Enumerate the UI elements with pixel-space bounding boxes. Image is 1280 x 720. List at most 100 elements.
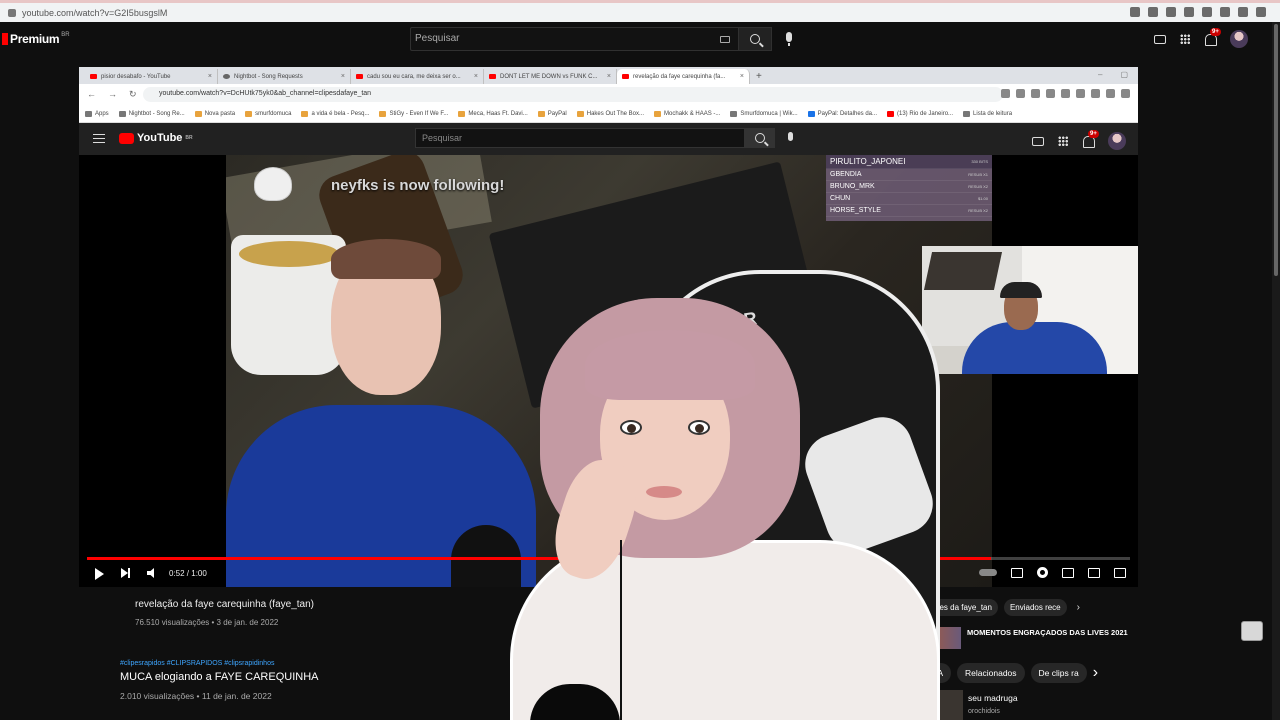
filter-chip[interactable]: Enviados rece bbox=[1003, 599, 1067, 616]
close-icon[interactable]: × bbox=[607, 73, 611, 80]
bookmark-item[interactable]: smurfdomuca bbox=[245, 111, 291, 117]
miniplayer-icon[interactable] bbox=[1062, 567, 1074, 578]
close-icon[interactable]: × bbox=[341, 73, 345, 80]
autoplay-toggle[interactable] bbox=[979, 569, 997, 576]
extension-icon[interactable] bbox=[1076, 89, 1085, 98]
leaderboard-row: CHUN $1.00 bbox=[826, 193, 992, 205]
minimize-icon[interactable]: – bbox=[1098, 70, 1102, 79]
avatar[interactable] bbox=[1108, 132, 1126, 150]
close-icon[interactable]: × bbox=[740, 73, 744, 80]
paypal-icon bbox=[807, 111, 815, 117]
close-icon[interactable]: × bbox=[474, 73, 478, 80]
subtitles-icon[interactable] bbox=[1011, 567, 1023, 578]
recommended-channel[interactable]: orochidois bbox=[968, 708, 1018, 715]
recommended-title[interactable]: MOMENTOS ENGRAÇADOS DAS LIVES 2021 bbox=[967, 627, 1128, 649]
maximize-icon[interactable]: ▢ bbox=[1120, 70, 1128, 79]
puzzle-icon[interactable] bbox=[1091, 89, 1100, 98]
create-video-icon[interactable] bbox=[1154, 34, 1166, 44]
inner-tab-active[interactable]: revelação da faye carequinha (fa... × bbox=[617, 69, 750, 84]
zoom-icon[interactable] bbox=[1148, 7, 1158, 17]
back-icon[interactable]: ← bbox=[87, 89, 96, 100]
notifications-icon[interactable]: 9+ bbox=[1082, 130, 1099, 148]
media-icon[interactable] bbox=[1220, 7, 1230, 17]
scrollbar-thumb[interactable] bbox=[1274, 24, 1278, 276]
extension-icon[interactable] bbox=[1016, 89, 1025, 98]
youtube-premium-logo[interactable]: Premium BR bbox=[2, 32, 70, 46]
outer-address-bar[interactable]: youtube.com/watch?v=G2I5busgslM bbox=[0, 0, 1280, 22]
bookmark-item[interactable]: Nightbot - Song Re... bbox=[118, 111, 185, 117]
bookmark-star-icon[interactable] bbox=[1184, 7, 1194, 17]
keyboard-icon[interactable] bbox=[720, 36, 730, 43]
play-icon[interactable] bbox=[95, 568, 104, 580]
bookmark-item[interactable]: PayPal: Detalhes da... bbox=[807, 111, 877, 117]
voice-search-icon[interactable] bbox=[788, 132, 793, 141]
profile-icon[interactable] bbox=[1238, 7, 1248, 17]
folder-icon bbox=[301, 111, 309, 117]
menu-icon[interactable] bbox=[93, 134, 105, 143]
media-icon[interactable] bbox=[1106, 89, 1115, 98]
bookmark-item[interactable]: a vida é bela - Pesq... bbox=[301, 111, 369, 117]
create-video-icon[interactable] bbox=[1032, 136, 1044, 146]
bookmark-item[interactable]: Mochakk & HAAS -... bbox=[654, 111, 720, 117]
forward-icon[interactable]: → bbox=[108, 89, 117, 100]
folder-icon bbox=[379, 111, 387, 117]
recommended-title[interactable]: seu madruga bbox=[968, 693, 1018, 703]
search-button[interactable] bbox=[738, 27, 772, 51]
bookmark-item[interactable]: Apps bbox=[85, 111, 109, 117]
share-icon[interactable] bbox=[1166, 7, 1176, 17]
extension-icon[interactable] bbox=[1061, 89, 1070, 98]
avatar[interactable] bbox=[1230, 30, 1248, 48]
apps-grid-icon[interactable] bbox=[1058, 136, 1068, 146]
hashtags[interactable]: #clipesrapidos #CLIPSRAPIDOS #clipsrapid… bbox=[120, 660, 274, 667]
notification-badge: 9+ bbox=[1210, 28, 1221, 36]
filter-chip[interactable]: De clips ra bbox=[1030, 663, 1087, 683]
bookmark-star-icon[interactable] bbox=[1031, 89, 1040, 98]
bookmark-item[interactable]: Hakes Out The Box... bbox=[576, 111, 644, 117]
bookmark-item[interactable]: Meca, Haas Ft. Davi... bbox=[458, 111, 528, 117]
outer-url-text[interactable]: youtube.com/watch?v=G2I5busgslM bbox=[22, 8, 167, 18]
chevron-right-icon[interactable]: › bbox=[1093, 664, 1098, 682]
new-tab-icon[interactable]: + bbox=[750, 70, 762, 84]
theater-mode-icon[interactable] bbox=[1088, 567, 1100, 578]
ghost-icon[interactable] bbox=[1241, 621, 1263, 641]
extension-icon[interactable] bbox=[1046, 89, 1055, 98]
bookmark-label: Smurfdomuca | Wik... bbox=[740, 111, 798, 117]
notifications-icon[interactable]: 9+ bbox=[1204, 28, 1221, 46]
inner-tab[interactable]: cadu sou eu cara, me deixa ser o... × bbox=[351, 69, 484, 84]
menu-dots-icon[interactable] bbox=[1256, 7, 1266, 17]
leaderboard-pts: RESUB X2 bbox=[968, 208, 988, 213]
bookmark-label: StiGy - Even If We F... bbox=[389, 111, 449, 117]
recommended-video[interactable]: seu madruga orochidois bbox=[968, 693, 1018, 715]
bookmark-item[interactable]: StiGy - Even If We F... bbox=[379, 111, 448, 117]
inner-tab[interactable]: Nightbot - Song Requests × bbox=[218, 69, 351, 84]
install-icon[interactable] bbox=[1130, 7, 1140, 17]
fullscreen-icon[interactable] bbox=[1114, 567, 1126, 578]
apps-grid-icon bbox=[85, 111, 92, 117]
bookmark-label: Nova pasta bbox=[204, 111, 236, 117]
reading-list[interactable]: Lista de leitura bbox=[963, 111, 1012, 117]
close-icon[interactable]: × bbox=[208, 73, 212, 80]
next-icon[interactable] bbox=[121, 568, 130, 578]
apps-grid-icon[interactable] bbox=[1180, 34, 1190, 44]
gear-icon[interactable] bbox=[1037, 567, 1048, 578]
volume-icon[interactable] bbox=[147, 568, 154, 578]
puzzle-icon[interactable] bbox=[1202, 7, 1212, 17]
youtube-logo[interactable]: YouTube BR bbox=[119, 132, 193, 144]
search-input[interactable]: Pesquisar bbox=[410, 27, 738, 51]
inner-tab[interactable]: DONT LET ME DOWN vs FUNK C... × bbox=[484, 69, 617, 84]
inner-search-button[interactable] bbox=[745, 128, 775, 148]
bookmark-item[interactable]: Smurfdomuca | Wik... bbox=[730, 111, 798, 117]
bookmark-item[interactable]: (13) Rio de Janeiro... bbox=[887, 111, 953, 117]
profile-icon[interactable] bbox=[1121, 89, 1130, 98]
inner-tab[interactable]: pisior desabafo - YouTube × bbox=[85, 69, 218, 84]
extension-icon[interactable] bbox=[1001, 89, 1010, 98]
chevron-right-icon[interactable]: › bbox=[1077, 602, 1080, 613]
logo-country: BR bbox=[61, 32, 70, 38]
bookmark-item[interactable]: Nova pasta bbox=[194, 111, 236, 117]
reload-icon[interactable]: ↻ bbox=[129, 89, 137, 100]
bookmark-item[interactable]: PayPal bbox=[537, 111, 567, 117]
voice-search-icon[interactable] bbox=[786, 32, 792, 46]
inner-url-field[interactable]: youtube.com/watch?v=DcHUtk75yk0&ab_chann… bbox=[143, 87, 1003, 102]
inner-search-input[interactable]: Pesquisar bbox=[415, 128, 745, 148]
page-scrollbar[interactable] bbox=[1272, 22, 1280, 720]
